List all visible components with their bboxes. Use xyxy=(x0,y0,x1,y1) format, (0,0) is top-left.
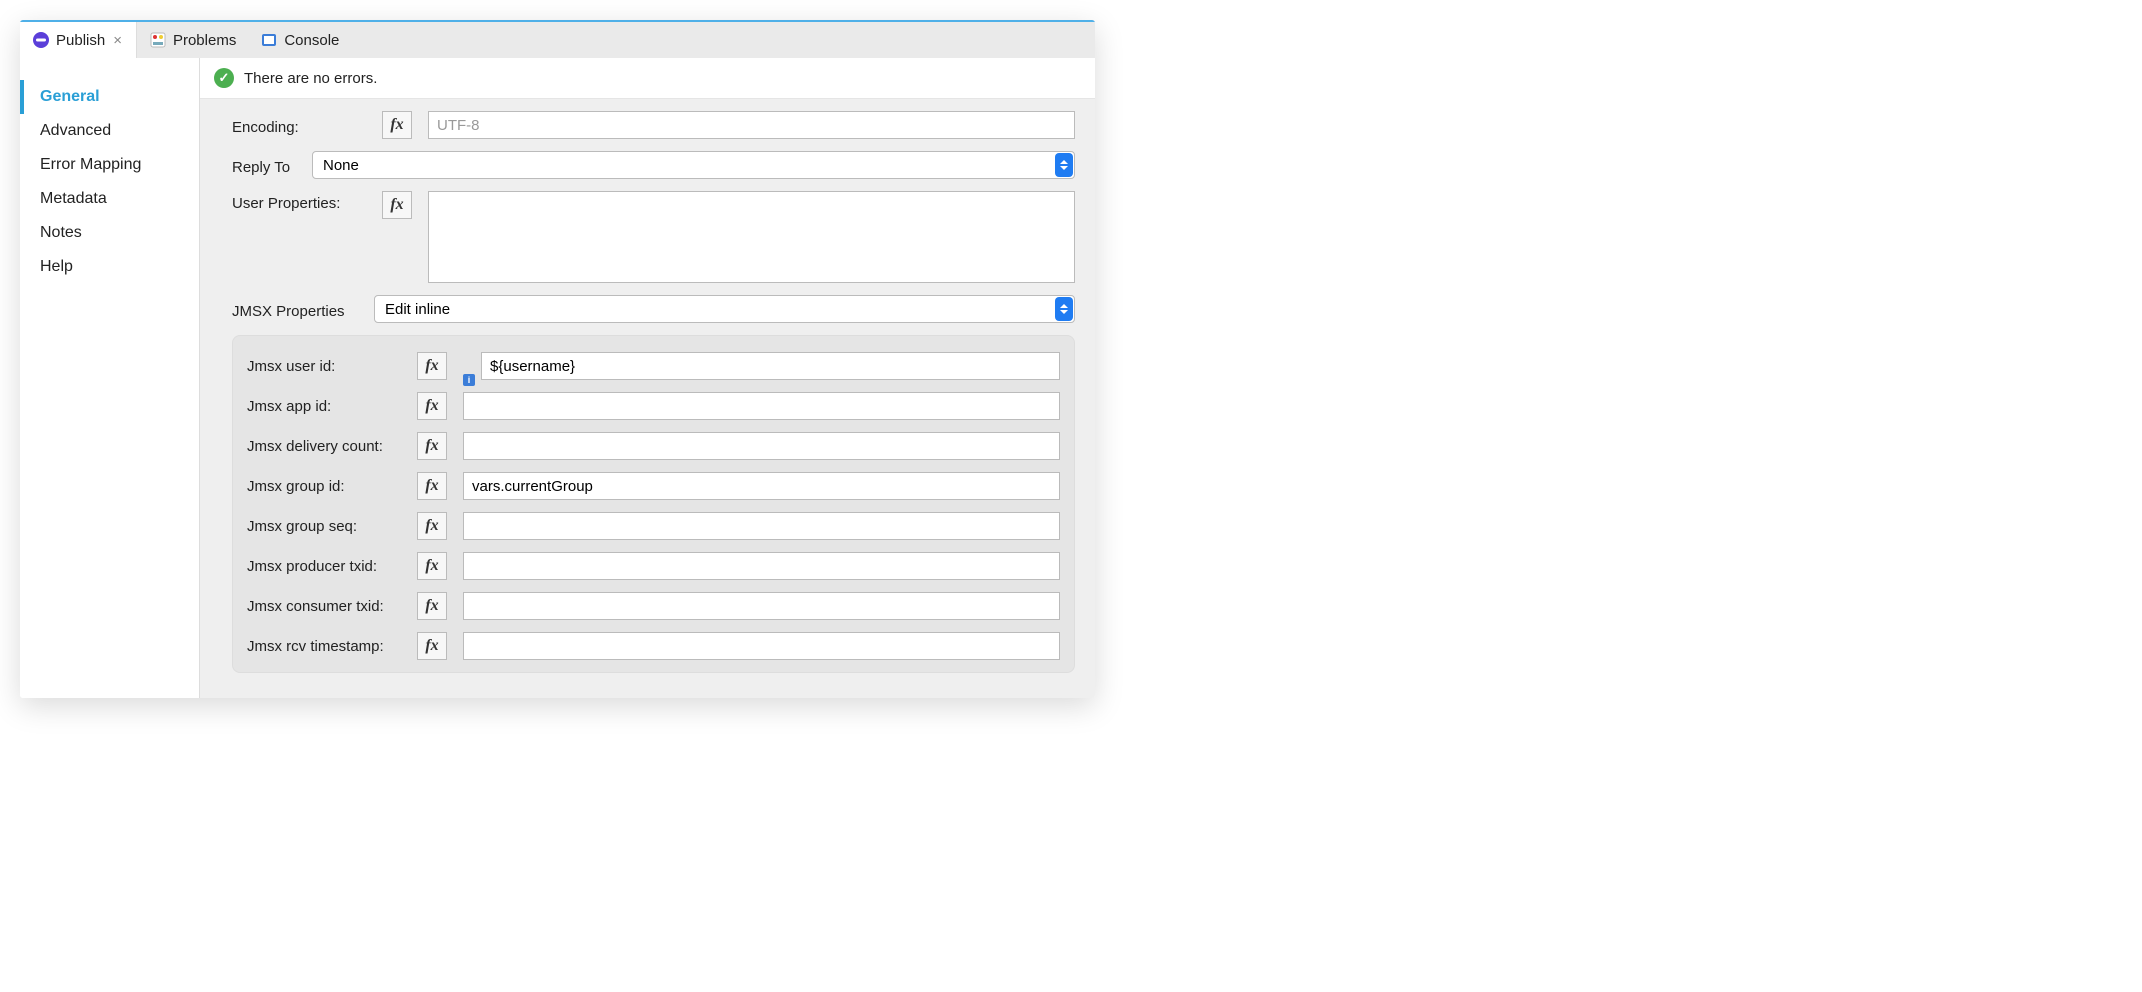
encoding-input[interactable] xyxy=(428,111,1075,139)
sidebar-item-notes[interactable]: Notes xyxy=(20,216,199,250)
jmsx-app-id-input[interactable] xyxy=(463,392,1060,420)
jmsx-properties-select-wrap: Edit inline xyxy=(374,295,1075,323)
tabs-bar: Publish × Problems Console xyxy=(20,20,1095,58)
sidebar-item-label: Notes xyxy=(40,224,82,241)
main-area: General Advanced Error Mapping Metadata … xyxy=(20,58,1095,698)
label-jmsx-group-seq: Jmsx group seq: xyxy=(247,518,417,535)
label-jmsx-properties: JMSX Properties xyxy=(232,299,374,320)
sidebar-item-general[interactable]: General xyxy=(20,80,199,114)
jmsx-panel: Jmsx user id: fx i Jmsx app id: fx Jms xyxy=(232,335,1075,673)
jmsx-group-id-input[interactable] xyxy=(463,472,1060,500)
label-jmsx-rcv-timestamp: Jmsx rcv timestamp: xyxy=(247,638,417,655)
label-jmsx-delivery-count: Jmsx delivery count: xyxy=(247,438,417,455)
fx-button[interactable]: fx xyxy=(382,111,412,139)
close-icon[interactable]: × xyxy=(111,32,124,49)
fx-button[interactable]: fx xyxy=(417,352,447,380)
sidebar-item-label: Help xyxy=(40,258,73,275)
problems-icon xyxy=(149,31,167,49)
sidebar-item-metadata[interactable]: Metadata xyxy=(20,182,199,216)
row-user-properties: User Properties: fx xyxy=(232,191,1075,283)
tab-publish[interactable]: Publish × xyxy=(20,22,137,58)
label-jmsx-consumer-txid: Jmsx consumer txid: xyxy=(247,598,417,615)
label-encoding: Encoding: xyxy=(232,115,382,136)
status-message: There are no errors. xyxy=(244,70,377,87)
row-jmsx-producer-txid: Jmsx producer txid: fx xyxy=(247,552,1060,580)
tab-problems[interactable]: Problems xyxy=(137,22,248,58)
sidebar-item-label: Error Mapping xyxy=(40,156,141,173)
sidebar-item-error-mapping[interactable]: Error Mapping xyxy=(20,148,199,182)
console-icon xyxy=(260,31,278,49)
sidebar-item-label: Metadata xyxy=(40,190,107,207)
fx-button[interactable]: fx xyxy=(417,392,447,420)
fx-button[interactable]: fx xyxy=(382,191,412,219)
tab-label: Console xyxy=(284,32,339,49)
label-user-properties: User Properties: xyxy=(232,191,382,212)
publish-icon xyxy=(32,31,50,49)
fx-button[interactable]: fx xyxy=(417,592,447,620)
sidebar-item-help[interactable]: Help xyxy=(20,250,199,284)
row-jmsx-app-id: Jmsx app id: fx xyxy=(247,392,1060,420)
status-bar: ✓ There are no errors. xyxy=(200,58,1095,99)
sidebar-item-advanced[interactable]: Advanced xyxy=(20,114,199,148)
sidebar: General Advanced Error Mapping Metadata … xyxy=(20,58,200,698)
reply-to-select-wrap: None xyxy=(312,151,1075,179)
label-jmsx-group-id: Jmsx group id: xyxy=(247,478,417,495)
jmsx-producer-txid-input[interactable] xyxy=(463,552,1060,580)
label-jmsx-user-id: Jmsx user id: xyxy=(247,358,417,375)
row-encoding: Encoding: fx xyxy=(232,111,1075,139)
row-jmsx-properties: JMSX Properties Edit inline xyxy=(232,295,1075,323)
jmsx-delivery-count-input[interactable] xyxy=(463,432,1060,460)
row-jmsx-group-id: Jmsx group id: fx xyxy=(247,472,1060,500)
fx-button[interactable]: fx xyxy=(417,632,447,660)
fx-button[interactable]: fx xyxy=(417,472,447,500)
content-panel: ✓ There are no errors. Encoding: fx Repl… xyxy=(200,58,1095,698)
reply-to-select[interactable]: None xyxy=(312,151,1075,179)
row-jmsx-rcv-timestamp: Jmsx rcv timestamp: fx xyxy=(247,632,1060,660)
jmsx-group-seq-input[interactable] xyxy=(463,512,1060,540)
form-area: Encoding: fx Reply To None U xyxy=(200,99,1095,698)
sidebar-item-label: Advanced xyxy=(40,122,111,139)
user-properties-input[interactable] xyxy=(428,191,1075,283)
jmsx-consumer-txid-input[interactable] xyxy=(463,592,1060,620)
label-jmsx-app-id: Jmsx app id: xyxy=(247,398,417,415)
tab-label: Publish xyxy=(56,32,105,49)
jmsx-properties-select[interactable]: Edit inline xyxy=(374,295,1075,323)
fx-button[interactable]: fx xyxy=(417,432,447,460)
jmsx-user-id-input[interactable] xyxy=(481,352,1060,380)
tab-label: Problems xyxy=(173,32,236,49)
row-jmsx-delivery-count: Jmsx delivery count: fx xyxy=(247,432,1060,460)
fx-button[interactable]: fx xyxy=(417,552,447,580)
label-jmsx-producer-txid: Jmsx producer txid: xyxy=(247,558,417,575)
row-jmsx-consumer-txid: Jmsx consumer txid: fx xyxy=(247,592,1060,620)
row-jmsx-user-id: Jmsx user id: fx i xyxy=(247,352,1060,380)
fx-button[interactable]: fx xyxy=(417,512,447,540)
check-icon: ✓ xyxy=(214,68,234,88)
info-icon: i xyxy=(463,374,475,386)
label-reply-to: Reply To xyxy=(232,155,312,176)
row-reply-to: Reply To None xyxy=(232,151,1075,179)
sidebar-item-label: General xyxy=(40,88,100,105)
jmsx-rcv-timestamp-input[interactable] xyxy=(463,632,1060,660)
app-window: Publish × Problems Console General Advan… xyxy=(20,20,1095,698)
row-jmsx-group-seq: Jmsx group seq: fx xyxy=(247,512,1060,540)
tab-console[interactable]: Console xyxy=(248,22,351,58)
